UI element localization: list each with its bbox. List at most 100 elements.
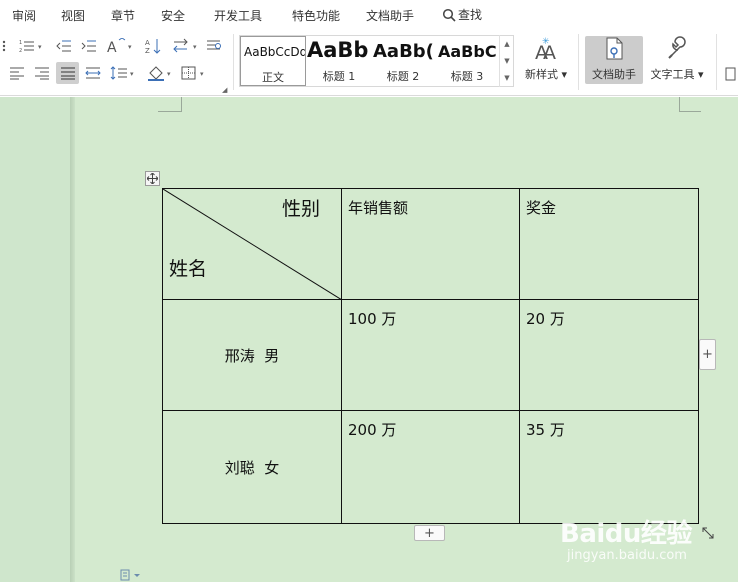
- bullets-icon[interactable]: [0, 36, 12, 56]
- wrench-icon: [668, 36, 686, 59]
- svg-text:✳: ✳: [542, 37, 550, 47]
- separator: [578, 34, 579, 90]
- align-right-icon[interactable]: [31, 63, 53, 83]
- align-left-icon[interactable]: [6, 63, 28, 83]
- header-cell-sales[interactable]: 年销售额: [341, 188, 520, 300]
- style-normal-name: 正文: [262, 71, 284, 84]
- table-row: 刘聪 女 200 万 35 万: [162, 410, 699, 524]
- styles-gallery: AaBbCcDd 正文 AaBb 标题 1 AaBb( 标题 2 AaBbC( …: [239, 35, 514, 87]
- style-heading-2[interactable]: AaBb( 标题 2: [371, 36, 435, 86]
- header-gender: 性别: [282, 198, 321, 220]
- margin-mark-left: [158, 97, 182, 112]
- styles-scroll[interactable]: ▲ ▼ ▼: [499, 35, 514, 87]
- line-spacing-icon[interactable]: [108, 63, 130, 83]
- justify-icon[interactable]: [56, 62, 79, 84]
- shading-dropdown-icon[interactable]: ▾: [167, 70, 171, 78]
- header-bonus: 奖金: [526, 199, 557, 217]
- header-cell-bonus[interactable]: 奖金: [519, 188, 699, 300]
- table-row: 邢涛 男 100 万 20 万: [162, 299, 699, 411]
- change-case-dropdown-icon[interactable]: ▾: [128, 43, 132, 51]
- style-heading-1-preview: AaBb: [307, 38, 369, 62]
- cell-bonus[interactable]: 35 万: [519, 410, 699, 524]
- menu-review[interactable]: 审阅: [12, 7, 36, 24]
- borders-dropdown-icon[interactable]: ▾: [200, 70, 204, 78]
- distributed-align-icon[interactable]: [82, 63, 104, 83]
- cell-sales[interactable]: 200 万: [341, 410, 520, 524]
- plus-icon: +: [702, 347, 713, 362]
- cell-bonus[interactable]: 20 万: [519, 299, 699, 411]
- new-style-button[interactable]: A A ✳ 新样式 ▾: [521, 36, 571, 84]
- ribbon-toolbar: 12 ▾ A ▾ AZ ▾ ▾ ▾ ▾ ◢ AaBbCcDd 正文 AaBb 标…: [0, 30, 738, 96]
- change-case-icon[interactable]: A: [106, 36, 128, 56]
- style-normal-preview: AaBbCcDd: [244, 45, 306, 59]
- doc-assistant-button[interactable]: 文档助手: [585, 36, 643, 84]
- add-row-button[interactable]: +: [414, 525, 445, 541]
- sales-value: 100 万: [348, 310, 397, 328]
- svg-text:A: A: [145, 39, 150, 47]
- menu-developer-tools[interactable]: 开发工具: [214, 7, 262, 24]
- borders-icon[interactable]: [178, 63, 200, 83]
- name-value: 刘聪 女: [224, 459, 280, 477]
- style-heading-1-name: 标题 1: [322, 70, 356, 83]
- text-direction-icon[interactable]: [171, 36, 193, 56]
- style-heading-2-name: 标题 2: [386, 70, 420, 83]
- svg-text:Z: Z: [145, 47, 150, 54]
- menu-security[interactable]: 安全: [161, 7, 185, 24]
- doc-assistant-icon: [606, 37, 623, 60]
- more-tools-icon[interactable]: [722, 64, 738, 84]
- margin-mark-right: [679, 97, 701, 112]
- cell-sales[interactable]: 100 万: [341, 299, 520, 411]
- chevron-down-icon[interactable]: ▼: [504, 57, 509, 65]
- text-tools-button[interactable]: 文字工具 ▾: [646, 36, 708, 84]
- bonus-value: 20 万: [526, 310, 565, 328]
- style-normal[interactable]: AaBbCcDd 正文: [240, 36, 306, 86]
- style-heading-3-name: 标题 3: [450, 70, 484, 83]
- paragraph-settings-icon[interactable]: [203, 36, 225, 56]
- new-style-icon: A A ✳: [535, 37, 556, 62]
- text-direction-dropdown-icon[interactable]: ▾: [193, 43, 197, 51]
- style-heading-1[interactable]: AaBb 标题 1: [307, 36, 371, 86]
- numbered-list-dropdown-icon[interactable]: ▾: [38, 43, 42, 51]
- name-value: 邢涛 男: [224, 347, 280, 365]
- table-resize-handle[interactable]: [700, 525, 716, 541]
- menu-doc-assistant[interactable]: 文档助手: [366, 7, 414, 24]
- paragraph-group-launcher-icon[interactable]: ◢: [222, 86, 227, 94]
- menu-special-features[interactable]: 特色功能: [292, 7, 340, 24]
- decrease-indent-icon[interactable]: [53, 36, 75, 56]
- table-move-handle[interactable]: [145, 171, 160, 186]
- search-icon: [442, 8, 456, 22]
- style-heading-3[interactable]: AaBbC( 标题 3: [436, 36, 498, 86]
- resize-icon: [702, 527, 714, 539]
- watermark-url: jingyan.baidu.com: [567, 548, 687, 563]
- table-header-row: 性别 姓名 年销售额 奖金: [162, 188, 699, 300]
- separator: [716, 34, 717, 90]
- baidu-watermark: Baidu经验 jingyan.baidu.com: [560, 513, 700, 569]
- diagonal-header-cell[interactable]: 性别 姓名: [162, 188, 342, 300]
- header-name: 姓名: [169, 258, 208, 280]
- sales-value: 200 万: [348, 421, 397, 439]
- new-style-label: 新样式 ▾: [524, 68, 568, 81]
- line-spacing-dropdown-icon[interactable]: ▾: [130, 70, 134, 78]
- numbered-list-icon[interactable]: 12: [16, 36, 38, 56]
- bonus-value: 35 万: [526, 421, 565, 439]
- menu-chapter[interactable]: 章节: [111, 7, 135, 24]
- menu-view[interactable]: 视图: [61, 7, 85, 24]
- svg-text:A: A: [107, 40, 117, 54]
- watermark-logo: Baidu经验: [560, 519, 692, 549]
- style-heading-3-preview: AaBbC(: [438, 42, 498, 61]
- shading-icon[interactable]: [145, 63, 167, 83]
- sort-icon[interactable]: AZ: [143, 36, 165, 56]
- menu-bar: 审阅 视图 章节 安全 开发工具 特色功能 文档助手 查找: [0, 0, 738, 30]
- more-styles-icon[interactable]: ▼: [504, 74, 509, 82]
- svg-text:2: 2: [19, 48, 22, 53]
- increase-indent-icon[interactable]: [78, 36, 100, 56]
- move-icon: [147, 173, 158, 184]
- chevron-up-icon[interactable]: ▲: [504, 40, 509, 48]
- document-area: 性别 姓名 年销售额 奖金 邢涛 男 100 万 20 万 刘聪 女 200 万…: [0, 97, 738, 582]
- search-button[interactable]: 查找: [442, 6, 482, 23]
- cell-name[interactable]: 邢涛 男: [162, 299, 342, 411]
- add-column-button[interactable]: +: [699, 339, 716, 370]
- cell-name[interactable]: 刘聪 女: [162, 410, 342, 524]
- text-tools-label: 文字工具 ▾: [650, 68, 704, 81]
- page-options-icon[interactable]: [120, 569, 142, 582]
